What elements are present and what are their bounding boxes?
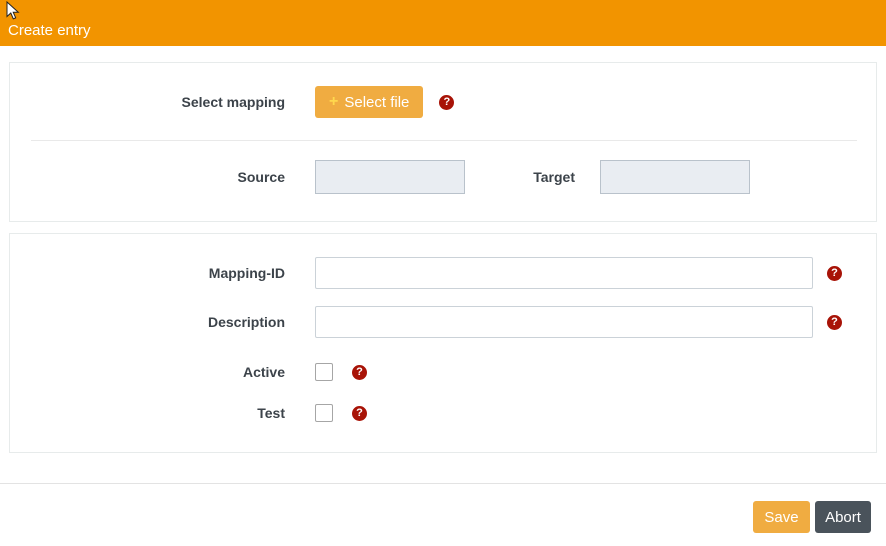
test-row: Test ? — [10, 404, 876, 422]
header-bar: Create entry — [0, 0, 886, 46]
description-row: Description ? — [10, 306, 876, 338]
active-label: Active — [10, 364, 285, 380]
help-icon[interactable]: ? — [827, 266, 842, 281]
source-target-row: Source Target — [10, 160, 876, 194]
upload-panel: Select mapping + Select file ? Source Ta… — [9, 62, 877, 222]
target-label: Target — [465, 169, 575, 185]
save-button[interactable]: Save — [753, 501, 810, 533]
mapping-id-row: Mapping-ID ? — [10, 257, 876, 289]
fields-panel: Mapping-ID ? Description ? Active ? Test… — [9, 233, 877, 453]
select-mapping-row: Select mapping + Select file ? — [10, 86, 876, 118]
mapping-id-label: Mapping-ID — [10, 265, 285, 281]
target-field[interactable] — [600, 160, 750, 194]
help-icon[interactable]: ? — [352, 406, 367, 421]
source-field[interactable] — [315, 160, 465, 194]
select-file-button[interactable]: + Select file — [315, 86, 423, 118]
test-checkbox[interactable] — [315, 404, 333, 422]
source-label: Source — [10, 169, 285, 185]
footer-divider — [0, 483, 886, 484]
help-icon[interactable]: ? — [439, 95, 454, 110]
help-icon[interactable]: ? — [352, 365, 367, 380]
test-label: Test — [10, 405, 285, 421]
select-file-button-label: Select file — [344, 94, 409, 111]
page-title: Create entry — [8, 22, 91, 39]
active-checkbox[interactable] — [315, 363, 333, 381]
description-field[interactable] — [315, 306, 813, 338]
panel-divider — [31, 140, 857, 141]
abort-button[interactable]: Abort — [815, 501, 871, 533]
plus-icon: + — [329, 94, 338, 110]
help-icon[interactable]: ? — [827, 315, 842, 330]
mapping-id-field[interactable] — [315, 257, 813, 289]
select-mapping-label: Select mapping — [10, 94, 285, 110]
description-label: Description — [10, 314, 285, 330]
active-row: Active ? — [10, 363, 876, 381]
footer-actions: Save Abort — [0, 501, 886, 533]
mouse-cursor-icon — [6, 1, 20, 21]
